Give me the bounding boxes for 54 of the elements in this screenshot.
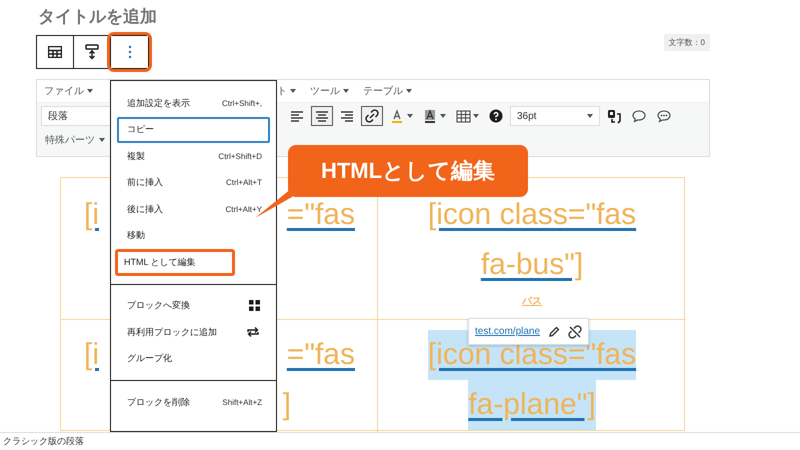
menu-item-label: 移動 xyxy=(127,229,145,242)
word-count: 文字数：0 xyxy=(664,34,710,50)
shortcut-text: Shift+Alt+Z xyxy=(222,398,262,407)
font-size-select[interactable]: 36pt xyxy=(510,106,600,126)
table-icon xyxy=(48,46,62,58)
shortcut-text: Ctrl+Shift+, xyxy=(222,98,262,108)
more-options-icon xyxy=(128,45,132,59)
shortcut-text: Ctrl+Alt+T xyxy=(226,178,262,188)
shortcode-text: [i xyxy=(84,337,99,373)
menu-item-label: ブロックへ変換 xyxy=(127,299,190,312)
menu-item-label: ブロックを削除 xyxy=(127,396,190,409)
shortcode-text: fa-bus"] xyxy=(480,247,584,283)
menu-item[interactable]: HTML として編集 xyxy=(115,249,235,276)
format-select[interactable]: 段落 xyxy=(41,106,111,126)
post-title-placeholder[interactable]: タイトルを追加 xyxy=(0,0,800,29)
menu-item-label: 後に挿入 xyxy=(127,202,163,216)
shortcode-text: [i xyxy=(84,197,99,233)
shortcode-text: ="fas xyxy=(286,337,355,373)
menu-item-label: グループ化 xyxy=(127,352,172,366)
repeat-icon xyxy=(246,325,260,340)
callout: HTMLとして編集 xyxy=(288,145,528,197)
menu-item-label: 前に挿入 xyxy=(127,176,163,190)
menu-item-label: コピー xyxy=(127,123,154,136)
shortcut-text: Ctrl+Shift+D xyxy=(218,152,262,161)
icon-caption: バス xyxy=(522,295,542,308)
bg-color-icon xyxy=(422,108,438,124)
menu-bar-item[interactable]: ツール xyxy=(310,84,349,98)
menu-bar-item[interactable]: ト xyxy=(277,84,296,98)
text-color-icon xyxy=(389,108,405,124)
shortcode-icon xyxy=(606,108,622,124)
shortcut-text: Ctrl+Alt+Y xyxy=(226,204,262,214)
align-icon xyxy=(84,44,100,60)
grid-icon xyxy=(249,300,260,312)
table-icon xyxy=(455,108,471,124)
link-button[interactable] xyxy=(361,106,383,126)
unlink-icon[interactable] xyxy=(568,324,582,338)
menu-item-label: 複製 xyxy=(127,150,145,163)
shortcode-text: [icon class="fas xyxy=(428,197,636,233)
align-center-button[interactable] xyxy=(311,106,333,126)
shortcode-text: ] xyxy=(282,387,291,423)
menu-bar-item[interactable]: ファイル xyxy=(44,84,93,98)
status-text: クラシック版の段落 xyxy=(3,435,84,448)
shortcode-text: fa-plane"] xyxy=(468,380,596,430)
menu-item-label: HTML として編集 xyxy=(124,256,196,269)
link-icon xyxy=(364,108,380,124)
bubble-dots-icon xyxy=(656,108,672,124)
bubble-icon xyxy=(631,108,647,124)
pencil-icon[interactable] xyxy=(548,326,560,338)
menu-item-label: 追加設定を表示 xyxy=(127,96,190,110)
menu-bar-item[interactable]: テーブル xyxy=(363,84,412,98)
shortcode-text: ="fas xyxy=(286,197,355,233)
menu-item[interactable]: コピー xyxy=(117,116,270,143)
help-icon xyxy=(488,108,504,124)
menu-item-label: 再利用ブロックに追加 xyxy=(127,326,217,339)
